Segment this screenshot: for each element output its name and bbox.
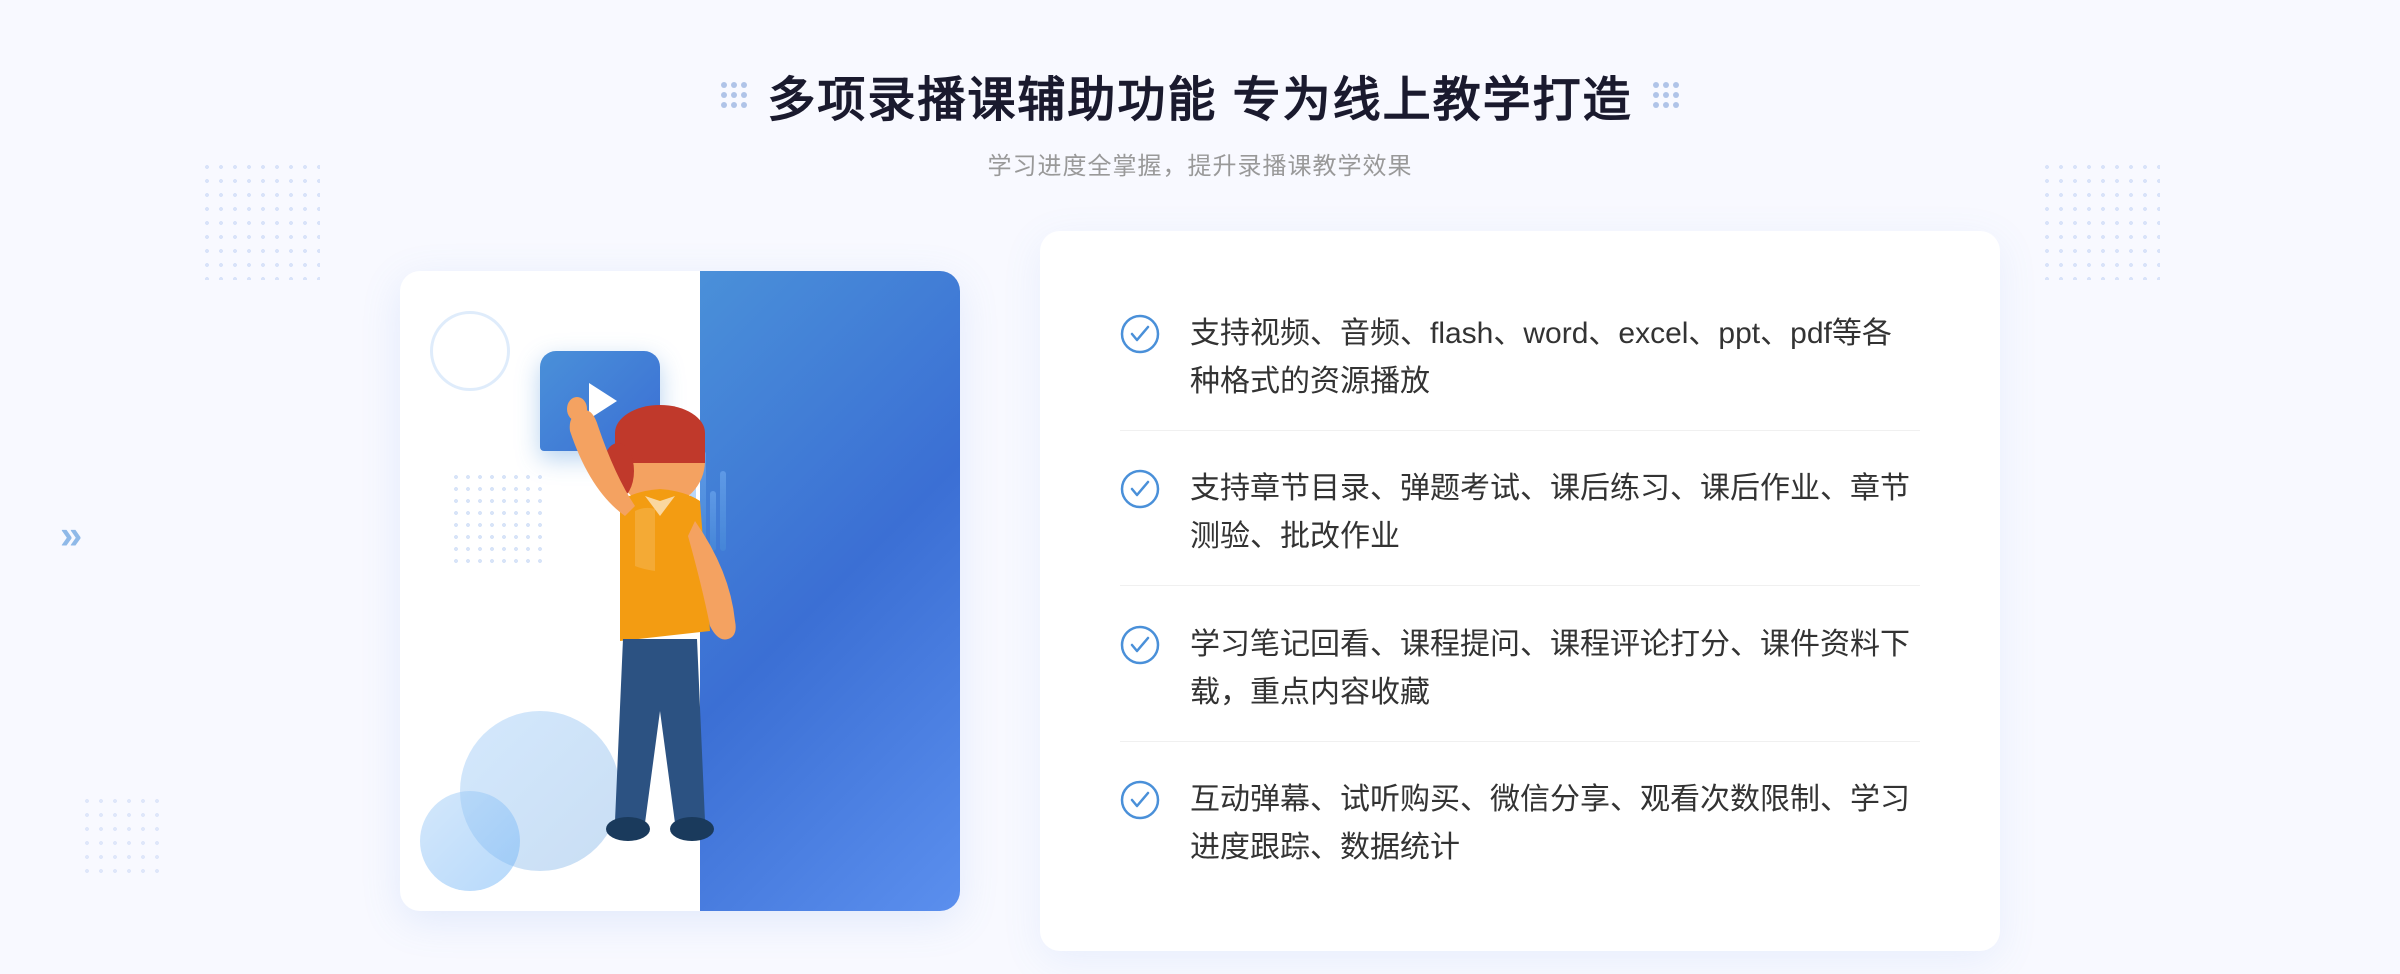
feature-text-4: 互动弹幕、试听购买、微信分享、观看次数限制、学习进度跟踪、数据统计 bbox=[1190, 776, 1920, 872]
check-circle-icon-1 bbox=[1120, 314, 1160, 354]
page-subtitle: 学习进度全掌握，提升录播课教学效果 bbox=[721, 146, 1678, 181]
left-arrow-icon: » bbox=[60, 513, 82, 558]
check-circle-icon-4 bbox=[1120, 780, 1160, 820]
dots-icon-left bbox=[721, 82, 747, 108]
decorative-dots-right bbox=[2040, 160, 2160, 280]
dots-pattern-illustration bbox=[450, 471, 550, 571]
check-circle-icon-2 bbox=[1120, 469, 1160, 509]
header-section: 多项录播课辅助功能 专为线上教学打造 学习进度全掌握，提升录播课教学效果 bbox=[721, 60, 1678, 181]
page-wrapper: » 多项录播课辅助功能 专为线上教学打造 学习进度全掌握，提升录播课教学效果 bbox=[0, 0, 2400, 974]
decorative-dots-left bbox=[200, 160, 320, 280]
feature-item-2: 支持章节目录、弹题考试、课后练习、课后作业、章节测验、批改作业 bbox=[1120, 441, 1920, 586]
feature-item-4: 互动弹幕、试听购买、微信分享、观看次数限制、学习进度跟踪、数据统计 bbox=[1120, 752, 1920, 896]
dots-pattern-bottom-left bbox=[80, 794, 160, 874]
feature-text-2: 支持章节目录、弹题考试、课后练习、课后作业、章节测验、批改作业 bbox=[1190, 465, 1920, 561]
features-panel: 支持视频、音频、flash、word、excel、ppt、pdf等各种格式的资源… bbox=[1040, 231, 2000, 951]
title-row: 多项录播课辅助功能 专为线上教学打造 bbox=[721, 60, 1678, 130]
page-title: 多项录播课辅助功能 专为线上教学打造 bbox=[767, 60, 1632, 130]
feature-item-3: 学习笔记回看、课程提问、课程评论打分、课件资料下载，重点内容收藏 bbox=[1120, 597, 1920, 742]
person-illustration bbox=[460, 371, 820, 951]
feature-text-3: 学习笔记回看、课程提问、课程评论打分、课件资料下载，重点内容收藏 bbox=[1190, 621, 1920, 717]
check-circle-icon-3 bbox=[1120, 625, 1160, 665]
feature-text-1: 支持视频、音频、flash、word、excel、ppt、pdf等各种格式的资源… bbox=[1190, 310, 1920, 406]
illustration-area bbox=[400, 231, 1020, 951]
content-area: 支持视频、音频、flash、word、excel、ppt、pdf等各种格式的资源… bbox=[400, 231, 2000, 951]
dots-icon-right bbox=[1653, 82, 1679, 108]
feature-item-1: 支持视频、音频、flash、word、excel、ppt、pdf等各种格式的资源… bbox=[1120, 286, 1920, 431]
